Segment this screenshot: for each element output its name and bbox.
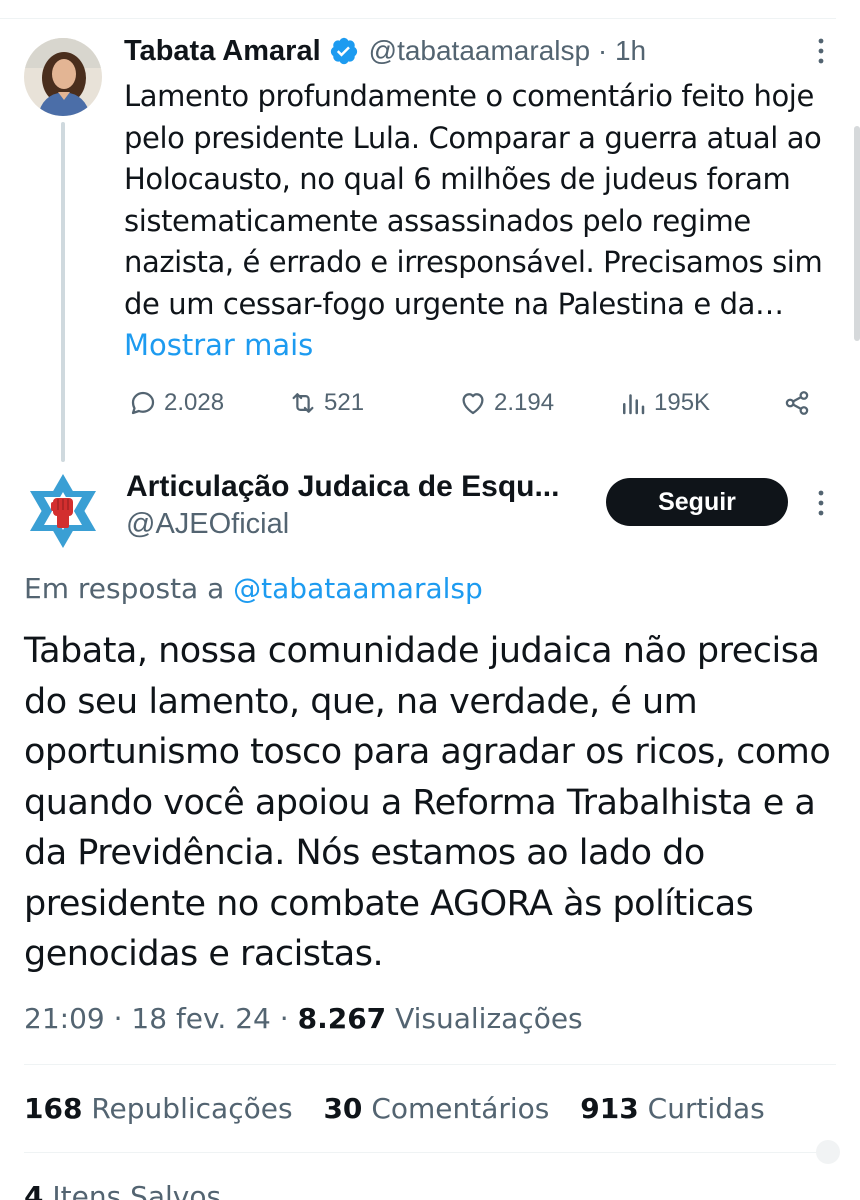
comments-label: Comentários (371, 1092, 550, 1125)
separator: · (279, 1002, 298, 1035)
likes-stat[interactable]: 913 Curtidas (580, 1092, 764, 1125)
avatar[interactable] (24, 38, 102, 116)
tweet-text: Lamento profundamente o comentário feito… (124, 79, 823, 321)
more-icon[interactable] (812, 486, 830, 520)
tweet-meta: 21:09 · 18 fev. 24 · 8.267 Visualizações (24, 1002, 583, 1035)
bookmarks-label: Itens Salvos (52, 1180, 222, 1200)
views-button[interactable]: 195K (618, 388, 710, 418)
show-more-link[interactable]: Mostrar mais (124, 328, 313, 362)
reply-mention-link[interactable]: @tabataamaralsp (233, 572, 483, 605)
reply-button[interactable]: 2.028 (128, 388, 224, 418)
views-icon (623, 394, 645, 415)
reply-prefix: Em resposta a (24, 572, 225, 605)
author-name[interactable]: Tabata Amaral (124, 35, 321, 68)
tweet-time[interactable]: 21:09 (24, 1002, 105, 1035)
scrollbar[interactable] (854, 126, 860, 341)
parent-tweet-header: Tabata Amaral @tabataamaralsp · 1h (124, 30, 830, 72)
repost-count: 521 (324, 389, 365, 416)
reply-context: Em resposta a @tabataamaralsp (24, 572, 483, 605)
reply-text: Tabata, nossa comunidade judaica não pre… (24, 631, 831, 974)
share-button[interactable] (782, 388, 812, 418)
like-count: 2.194 (494, 389, 555, 416)
reply-icon (131, 391, 155, 415)
reposts-label: Republicações (91, 1092, 293, 1125)
comments-count: 30 (323, 1092, 363, 1125)
like-icon (462, 393, 484, 415)
divider (24, 1064, 836, 1065)
divider (24, 1152, 836, 1153)
bookmarks-count: 4 (24, 1180, 44, 1200)
views-label: Visualizações (395, 1002, 583, 1035)
like-button[interactable]: 2.194 (458, 388, 554, 418)
reposts-stat[interactable]: 168 Republicações (24, 1092, 301, 1125)
reposts-count: 168 (24, 1092, 83, 1125)
reply-count: 2.028 (164, 389, 225, 416)
tweet-actions: 2.028 521 2.194 195K (124, 388, 824, 428)
author-handle[interactable]: @tabataamaralsp · 1h (369, 35, 646, 67)
tweet-date[interactable]: 18 fev. 24 (131, 1002, 270, 1035)
thread-line (61, 122, 65, 462)
likes-count: 913 (580, 1092, 639, 1125)
views-count: 195K (654, 389, 711, 416)
engagement-stats: 168 Republicações 30 Comentários 913 Cur… (24, 1092, 787, 1125)
bookmarks-stat[interactable]: 4 Itens Salvos (24, 1180, 221, 1200)
avatar-logo[interactable] (22, 470, 104, 552)
share-icon (785, 391, 809, 415)
verified-badge-icon (329, 36, 359, 66)
more-icon[interactable] (812, 34, 830, 68)
reply-author-handle[interactable]: @AJEOficial (126, 508, 289, 541)
views-number: 8.267 (297, 1002, 387, 1035)
comments-stat[interactable]: 30 Comentários (323, 1092, 558, 1125)
likes-label: Curtidas (647, 1092, 765, 1125)
top-divider (0, 18, 836, 19)
reply-author-name[interactable]: Articulação Judaica de Esqu... (126, 470, 559, 504)
repost-icon (292, 393, 314, 413)
follow-button[interactable]: Seguir (606, 478, 788, 526)
repost-button[interactable]: 521 (288, 388, 364, 418)
separator: · (113, 1002, 132, 1035)
corner-icon (816, 1140, 840, 1164)
